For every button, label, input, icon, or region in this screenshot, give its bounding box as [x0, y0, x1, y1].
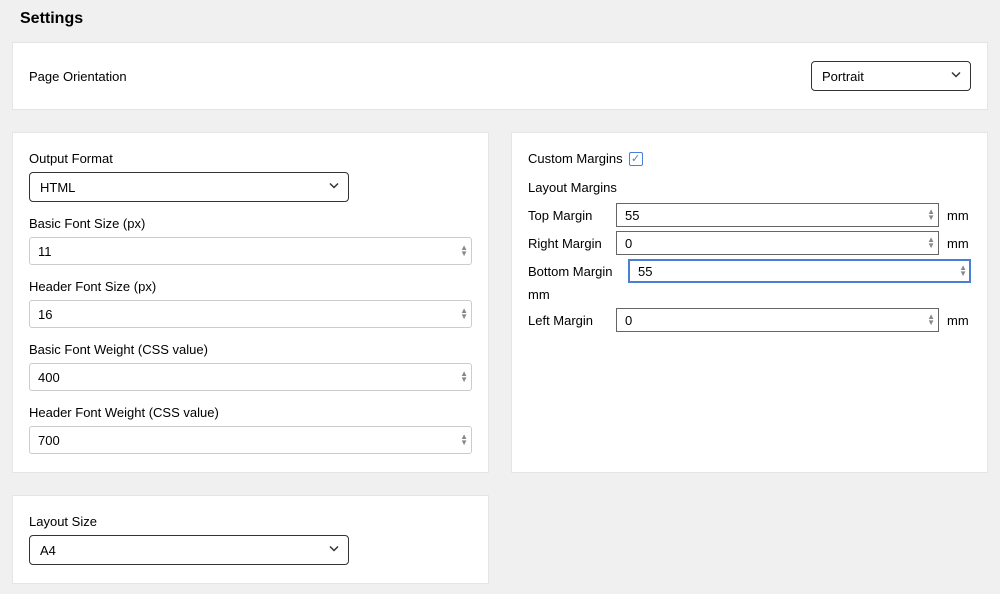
page-title: Settings — [12, 10, 988, 28]
top-margin-label: Top Margin — [528, 208, 608, 223]
top-margin-input[interactable] — [616, 203, 939, 227]
unit-label: mm — [947, 208, 971, 223]
header-font-weight-label: Header Font Weight (CSS value) — [29, 405, 472, 420]
page-orientation-value: Portrait — [822, 69, 864, 84]
output-card: Output Format HTML Basic Font Size (px) … — [12, 132, 489, 473]
output-format-select[interactable]: HTML — [29, 172, 349, 202]
basic-font-weight-input[interactable] — [29, 363, 472, 391]
chevron-down-icon — [328, 180, 340, 195]
unit-label: mm — [947, 236, 971, 251]
header-font-size-label: Header Font Size (px) — [29, 279, 472, 294]
page-orientation-select[interactable]: Portrait — [811, 61, 971, 91]
unit-label: mm — [947, 313, 971, 328]
unit-label: mm — [528, 287, 971, 302]
bottom-margin-input[interactable] — [628, 259, 971, 283]
chevron-down-icon — [950, 69, 962, 84]
layout-size-value: A4 — [40, 543, 56, 558]
right-margin-input[interactable] — [616, 231, 939, 255]
basic-font-size-input[interactable] — [29, 237, 472, 265]
chevron-down-icon — [328, 543, 340, 558]
layout-size-select[interactable]: A4 — [29, 535, 349, 565]
custom-margins-label: Custom Margins — [528, 151, 623, 166]
basic-font-size-label: Basic Font Size (px) — [29, 216, 472, 231]
layout-margins-label: Layout Margins — [528, 180, 971, 195]
layout-size-card: Layout Size A4 — [12, 495, 489, 584]
right-margin-label: Right Margin — [528, 236, 608, 251]
left-margin-input[interactable] — [616, 308, 939, 332]
header-font-weight-input[interactable] — [29, 426, 472, 454]
bottom-margin-label: Bottom Margin — [528, 264, 620, 279]
output-format-value: HTML — [40, 180, 75, 195]
output-format-label: Output Format — [29, 151, 472, 166]
left-margin-label: Left Margin — [528, 313, 608, 328]
orientation-card: Page Orientation Portrait — [12, 42, 988, 110]
custom-margins-checkbox[interactable]: ✓ — [629, 152, 643, 166]
margins-card: Custom Margins ✓ Layout Margins Top Marg… — [511, 132, 988, 473]
layout-size-label: Layout Size — [29, 514, 472, 529]
page-orientation-label: Page Orientation — [29, 69, 127, 84]
header-font-size-input[interactable] — [29, 300, 472, 328]
basic-font-weight-label: Basic Font Weight (CSS value) — [29, 342, 472, 357]
